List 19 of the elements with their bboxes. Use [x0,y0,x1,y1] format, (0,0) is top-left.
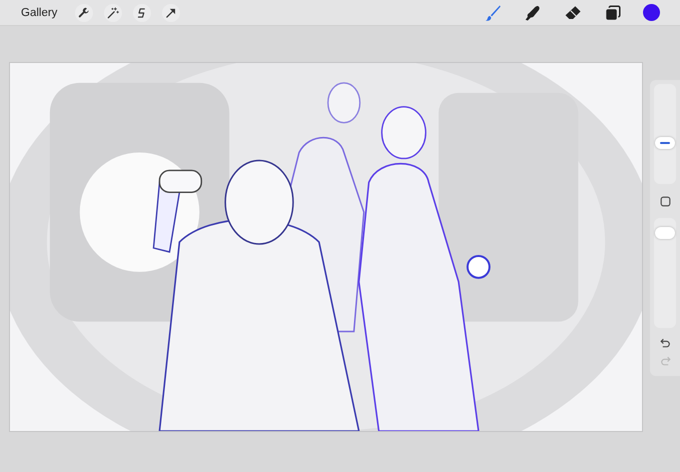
redo-icon [658,354,672,368]
brush-size-slider[interactable] [654,84,676,184]
opacity-slider[interactable] [654,218,676,328]
color-swatch[interactable] [643,4,660,21]
eraser-icon [564,4,582,22]
magic-wand-button[interactable] [104,4,122,22]
arrow-button[interactable] [162,4,180,22]
slider-thumb[interactable] [655,226,675,239]
selection-button[interactable] [133,4,152,22]
undo-icon [658,336,672,350]
gallery-button[interactable]: Gallery [18,4,60,20]
square-icon [658,194,672,208]
brush-icon [484,4,502,22]
smudge-icon [524,4,542,22]
layers-icon [604,4,622,22]
wrench-button[interactable] [75,4,94,22]
magic-wand-icon [106,6,120,20]
slider-thumb[interactable] [655,137,675,150]
wrench-icon [77,6,92,20]
